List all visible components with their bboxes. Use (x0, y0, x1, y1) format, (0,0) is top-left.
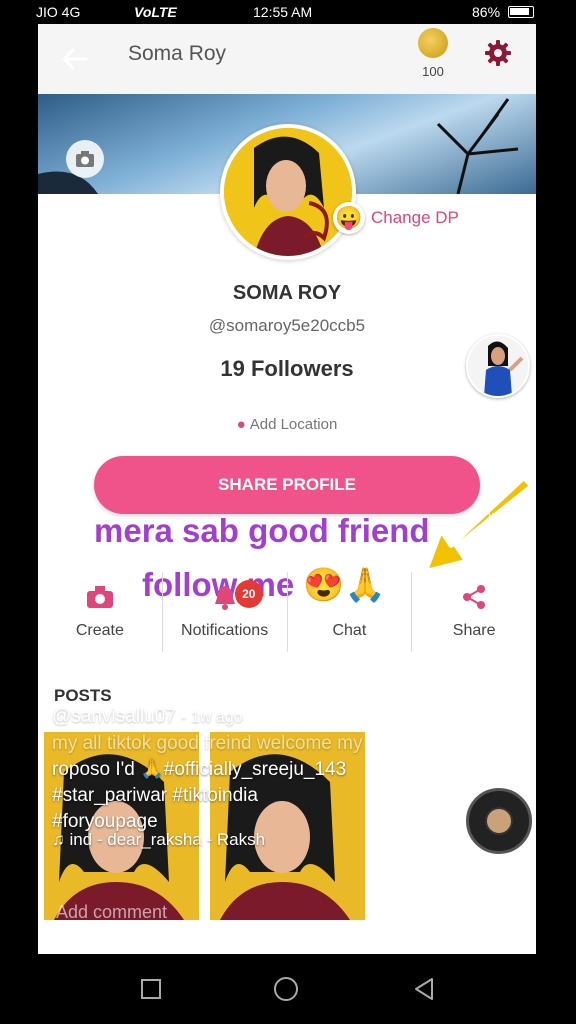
followers-count[interactable]: 19 Followers (38, 356, 536, 382)
floating-note-icon: ♫ (418, 740, 438, 770)
camera-icon (85, 582, 115, 612)
recent-apps-icon[interactable] (136, 974, 166, 1004)
floating-note-icon: ♪ (434, 790, 445, 815)
clock: 12:55 AM (253, 4, 313, 20)
notification-badge: 20 (234, 580, 263, 608)
change-dp-button[interactable]: 😛 Change DP (333, 202, 459, 234)
chat-icon (334, 582, 364, 612)
notifications-button[interactable]: 20 Notifications (163, 572, 288, 652)
side-avatar-portrait (468, 336, 528, 396)
action-row: Create 20 Notifications Chat Share (38, 572, 536, 652)
music-line[interactable]: ♫ ind - dear_raksha - Raksh (52, 830, 265, 850)
app-screen: Soma Roy 100 😛 Change DP SOMA ROY @somar… (38, 24, 536, 954)
gear-icon[interactable] (483, 38, 513, 68)
location-pin-icon: ● (236, 416, 246, 433)
caption-user-line: @sanvisallu07 - 1w ago (52, 706, 243, 727)
home-icon[interactable] (271, 974, 301, 1004)
notifications-label: Notifications (181, 622, 269, 639)
music-title: ind - dear_raksha - Raksh (69, 830, 266, 849)
navigation-bar (0, 954, 576, 1024)
profile-handle: @somaroy5e20ccb5 (208, 316, 366, 335)
avatar-portrait (224, 128, 352, 256)
avatar[interactable] (220, 124, 356, 260)
add-location-label: Add Location (249, 416, 338, 433)
music-disc-icon[interactable] (466, 788, 532, 854)
coin-count: 100 (422, 64, 444, 79)
caption-line1: my all tiktok good freind welcome my (52, 733, 363, 754)
overlay-text-line1: mera sab good friend (94, 512, 430, 549)
chat-button[interactable]: Chat (288, 572, 413, 652)
music-note-icon: ♫ (52, 830, 70, 849)
create-button[interactable]: Create (38, 572, 163, 652)
arrow-sticker (424, 476, 533, 573)
likes-count: 258 (484, 510, 506, 525)
video-caption: @sanvisallu07 - 1w ago my all tiktok goo… (52, 704, 412, 835)
back-arrow-icon[interactable] (60, 44, 90, 74)
top-bar: Soma Roy 100 (38, 24, 536, 94)
cover-camera-button[interactable] (66, 140, 104, 178)
profile-name: SOMA ROY (232, 282, 342, 304)
volte-label: VoLTE (134, 4, 177, 20)
more-options-icon[interactable]: ●●● (474, 676, 520, 702)
caption-time: 1w ago (190, 709, 243, 726)
camera-icon (76, 151, 94, 167)
caption-line2: roposo I'd 🙏#officially_sreeju_143 (52, 759, 347, 780)
share-label: Share (452, 622, 496, 639)
side-user-avatar[interactable] (466, 334, 530, 398)
add-location-link[interactable]: ● Add Location (38, 416, 536, 433)
tongue-emoji-icon: 😛 (333, 202, 365, 234)
page-title: Soma Roy (128, 42, 227, 65)
caption-line3: #star_pariwar #tiktoindia (52, 785, 258, 806)
battery-icon (508, 6, 534, 18)
chat-label: Chat (332, 622, 367, 639)
posts-header: POSTS (54, 686, 112, 705)
back-icon[interactable] (410, 974, 440, 1004)
coin-icon[interactable] (418, 28, 448, 58)
carrier-label: JIO 4G (36, 4, 81, 20)
share-button[interactable]: Share (412, 572, 536, 652)
change-dp-label: Change DP (371, 208, 459, 227)
caption-username[interactable]: @sanvisallu07 (52, 706, 176, 727)
status-bar: JIO 4G VoLTE 12:55 AM 86% (0, 0, 576, 24)
share-icon (459, 582, 489, 612)
create-label: Create (75, 622, 124, 639)
battery-percent: 86% (472, 4, 501, 20)
add-comment-field[interactable]: Add comment (56, 902, 167, 923)
